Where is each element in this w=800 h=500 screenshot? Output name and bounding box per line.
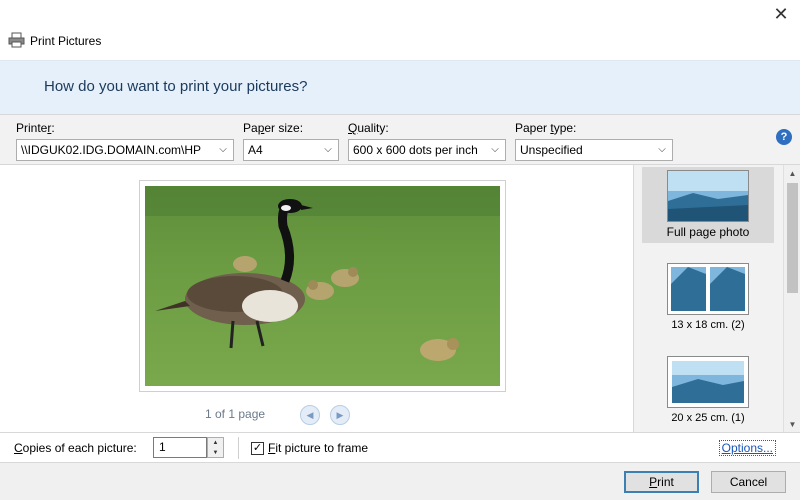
- scroll-down-icon[interactable]: ▼: [784, 416, 800, 433]
- spin-down-icon[interactable]: ▼: [208, 448, 223, 458]
- title-bar: Print Pictures ✕: [0, 0, 800, 60]
- paper-size-value: A4: [248, 143, 263, 157]
- paper-type-label: Paper type:: [515, 121, 577, 135]
- page-counter: 1 of 1 page: [205, 407, 266, 421]
- paper-type-select[interactable]: Unspecified ⌵: [515, 139, 673, 161]
- printer-select[interactable]: \\IDGUK02.IDG.DOMAIN.com\HP ⌵: [16, 139, 234, 161]
- chevron-down-icon: ⌵: [488, 140, 502, 160]
- printer-value: \\IDGUK02.IDG.DOMAIN.com\HP: [21, 143, 202, 157]
- next-page-button[interactable]: ▶: [330, 405, 350, 425]
- close-icon: ✕: [773, 4, 789, 24]
- divider: [238, 437, 239, 459]
- quality-value: 600 x 600 dots per inch: [353, 143, 478, 157]
- layout-thumbnail: [667, 356, 749, 408]
- copies-bar: Copies of each picture: 1 ▲ ▼ ✓ Fit pict…: [0, 432, 800, 462]
- scroll-thumb[interactable]: [787, 183, 798, 293]
- scroll-up-icon[interactable]: ▲: [784, 165, 800, 182]
- arrow-right-icon: ▶: [336, 410, 344, 420]
- quality-select[interactable]: 600 x 600 dots per inch ⌵: [348, 139, 506, 161]
- layout-label: 20 x 25 cm. (1): [671, 412, 745, 424]
- layout-label: Full page photo: [666, 225, 750, 239]
- layout-thumbnail: [667, 263, 749, 315]
- spin-up-icon[interactable]: ▲: [208, 438, 223, 448]
- paper-type-value: Unspecified: [520, 143, 583, 157]
- fit-picture-checkbox[interactable]: ✓: [251, 442, 264, 455]
- copies-stepper[interactable]: ▲ ▼: [207, 437, 224, 458]
- paper-size-label: Paper size:: [243, 121, 304, 135]
- quality-label: Quality:: [348, 121, 389, 135]
- layout-item-13x18[interactable]: 13 x 18 cm. (2): [642, 261, 774, 337]
- layout-label: 13 x 18 cm. (2): [671, 319, 745, 331]
- copies-label: Copies of each picture:: [14, 441, 137, 455]
- previous-page-button[interactable]: ◀: [300, 405, 320, 425]
- print-options-bar: Printer: \\IDGUK02.IDG.DOMAIN.com\HP ⌵ P…: [0, 114, 800, 164]
- button-bar: Print Cancel: [0, 462, 800, 500]
- chevron-down-icon: ⌵: [655, 140, 669, 160]
- layout-item-20x25[interactable]: 20 x 25 cm. (1): [642, 354, 774, 430]
- printer-label: Printer:: [16, 121, 55, 135]
- copies-input[interactable]: 1: [153, 437, 207, 458]
- chevron-down-icon: ⌵: [216, 140, 230, 160]
- chevron-down-icon: ⌵: [321, 140, 335, 160]
- goose-photo: [145, 186, 500, 386]
- layout-list: Full page photo 13 x 18 cm. (2) 20 x 25 …: [633, 164, 800, 433]
- printer-icon: [8, 32, 26, 48]
- page-title: How do you want to print your pictures?: [44, 78, 308, 95]
- fit-picture-label[interactable]: Fit picture to frame: [268, 441, 368, 455]
- options-link[interactable]: Options...: [718, 440, 776, 456]
- close-button[interactable]: ✕: [770, 4, 792, 26]
- header-banner: How do you want to print your pictures?: [0, 60, 800, 114]
- layout-item-full-page[interactable]: Full page photo: [642, 167, 774, 243]
- layout-thumbnail: [667, 170, 749, 222]
- layout-scrollbar[interactable]: ▲ ▼: [783, 165, 800, 433]
- paper-size-select[interactable]: A4 ⌵: [243, 139, 339, 161]
- photo-preview: [139, 180, 506, 392]
- cancel-button[interactable]: Cancel: [711, 471, 786, 493]
- preview-pane: 1 of 1 page ◀ ▶: [0, 164, 633, 432]
- arrow-left-icon: ◀: [306, 410, 314, 420]
- print-button[interactable]: Print: [624, 471, 699, 493]
- window-title: Print Pictures: [30, 34, 102, 48]
- help-icon[interactable]: ?: [776, 129, 792, 145]
